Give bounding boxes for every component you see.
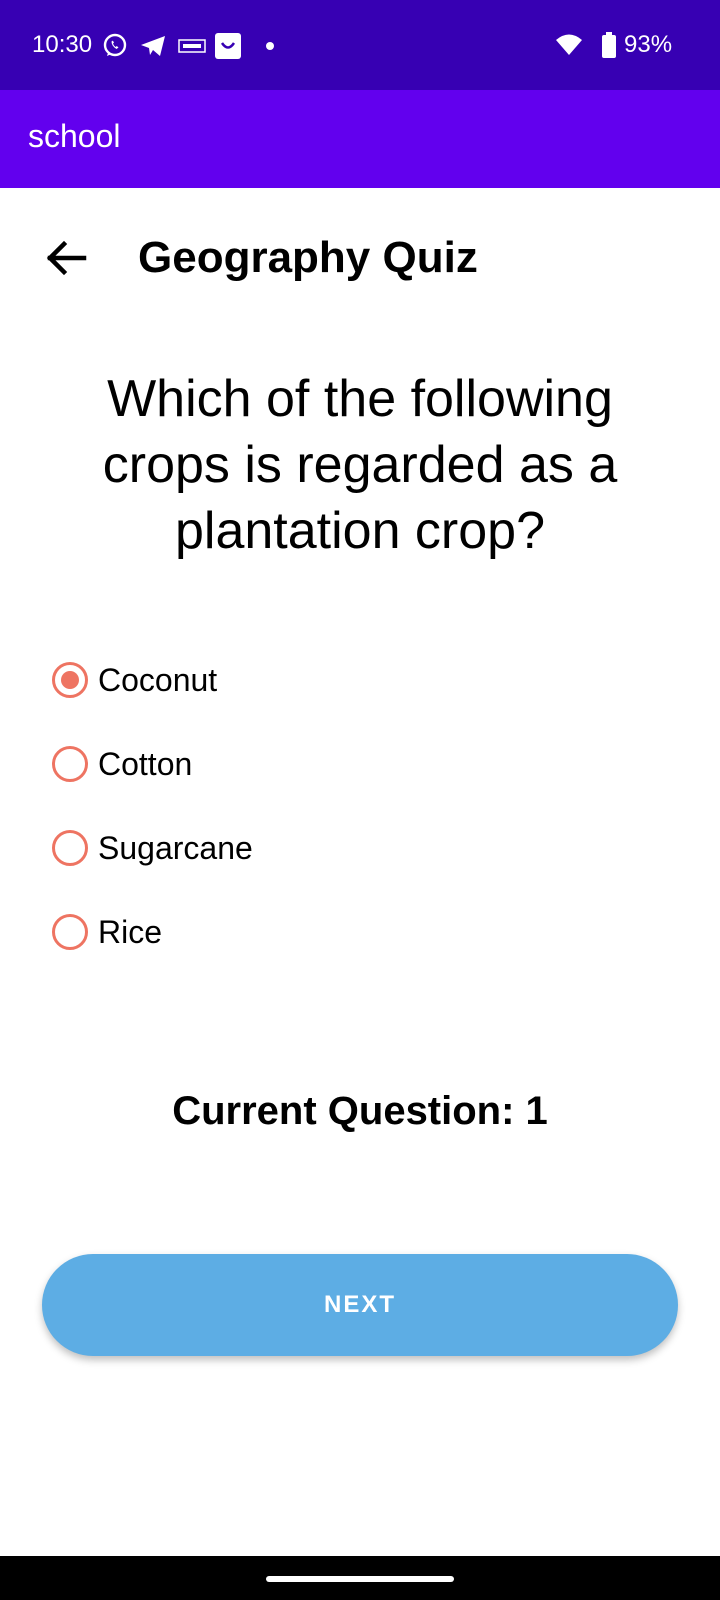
status-bar: 10:30 93%: [0, 0, 720, 90]
option-label: Rice: [98, 914, 163, 950]
radio-button[interactable]: [52, 914, 88, 950]
telegram-icon: [141, 36, 165, 56]
radio-button[interactable]: [52, 830, 88, 866]
back-button[interactable]: [40, 230, 96, 286]
page-title: Geography Quiz: [138, 233, 478, 282]
battery-icon: [602, 32, 616, 58]
notification-dot-icon: [266, 42, 274, 50]
arrow-left-icon: [46, 240, 87, 276]
home-gesture-handle[interactable]: [266, 1576, 454, 1582]
question-text: Which of the following crops is regarded…: [102, 370, 618, 560]
option-label: Sugarcane: [98, 830, 253, 866]
current-question-label: Current Question: 1: [172, 1089, 548, 1133]
radio-button[interactable]: [52, 746, 88, 782]
option-label: Coconut: [98, 662, 218, 698]
option-label: Cotton: [98, 746, 193, 782]
status-time: 10:30: [32, 31, 93, 58]
wifi-icon: [556, 34, 582, 55]
app-bar: school: [0, 90, 720, 188]
navigation-bar: [0, 1556, 720, 1600]
battery-percentage: 93%: [624, 31, 673, 58]
option-sugarcane[interactable]: Sugarcane: [50, 822, 670, 906]
answer-options: Coconut Cotton Sugarcane Rice: [50, 654, 670, 990]
goalt-icon: [178, 39, 206, 53]
radio-button-checked[interactable]: [52, 662, 88, 698]
option-rice[interactable]: Rice: [50, 906, 670, 990]
app-title: school: [28, 118, 121, 154]
option-coconut[interactable]: Coconut: [50, 654, 670, 738]
shopping-bag-icon: [215, 33, 241, 59]
next-button[interactable]: NEXT: [42, 1254, 678, 1356]
whatsapp-icon: [103, 33, 127, 57]
option-cotton[interactable]: Cotton: [50, 738, 670, 822]
